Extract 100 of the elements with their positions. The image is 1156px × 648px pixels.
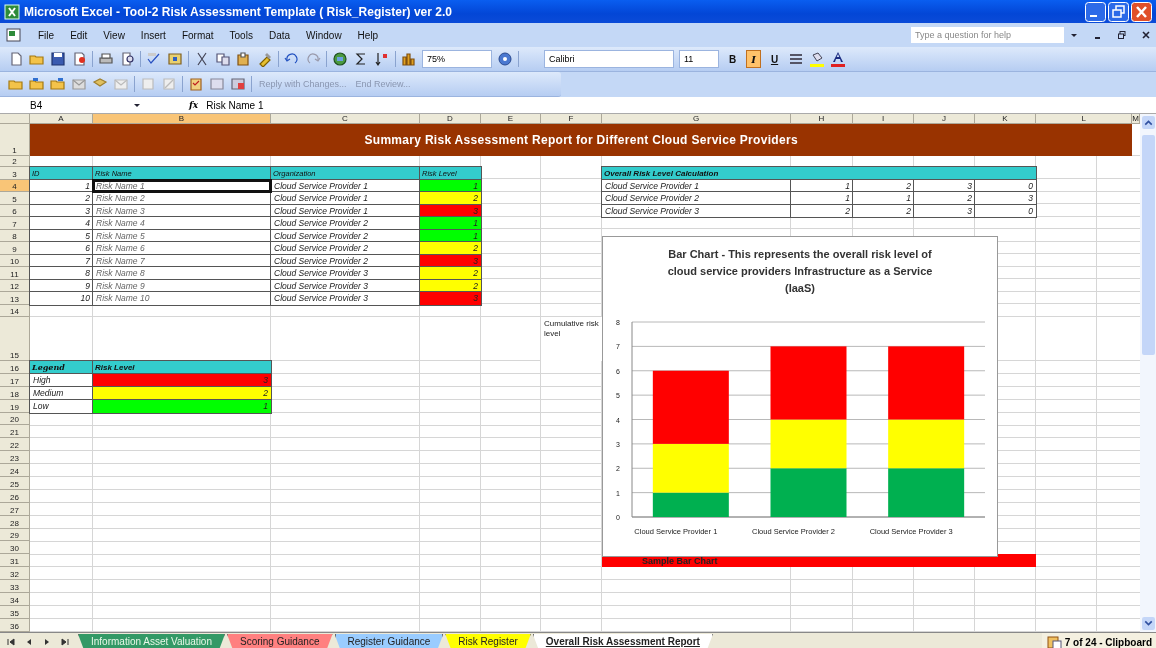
row-header[interactable]: 34: [0, 593, 30, 606]
menu-item[interactable]: File: [38, 29, 55, 41]
chart-icon[interactable]: [401, 51, 417, 67]
print-preview-icon[interactable]: [119, 51, 135, 67]
column-header[interactable]: K: [975, 114, 1036, 124]
table-cell: 2: [853, 204, 914, 217]
row-header[interactable]: 9: [0, 242, 30, 255]
scroll-down-icon[interactable]: [1141, 617, 1155, 630]
row-header[interactable]: 15: [0, 317, 30, 361]
table-cell[interactable]: Risk Name 1: [93, 179, 271, 192]
sheet-icon[interactable]: [6, 27, 22, 43]
new-file-icon[interactable]: [8, 51, 24, 67]
menu-item[interactable]: Data: [268, 29, 291, 41]
caret-icon[interactable]: [1070, 31, 1078, 39]
copy-icon[interactable]: [215, 51, 231, 67]
row-header[interactable]: 33: [0, 580, 30, 594]
research-icon[interactable]: [167, 51, 183, 67]
row-header[interactable]: 24: [0, 464, 30, 477]
column-header[interactable]: I: [853, 114, 914, 124]
format-button[interactable]: B: [724, 50, 742, 68]
column-header[interactable]: B: [93, 114, 271, 124]
table-cell[interactable]: Risk Name 8: [93, 267, 271, 280]
folder-icon[interactable]: [50, 76, 66, 92]
row-header[interactable]: 11: [0, 267, 30, 280]
menu-item[interactable]: View: [103, 29, 125, 41]
menu-item[interactable]: Insert: [140, 29, 166, 41]
table-cell[interactable]: Risk Name 6: [93, 242, 271, 255]
row-header[interactable]: 21: [0, 425, 30, 439]
align-icon[interactable]: [788, 51, 805, 67]
table-header: Risk Level: [93, 361, 271, 374]
permission-icon[interactable]: [71, 51, 87, 67]
function-label[interactable]: fx: [189, 100, 199, 110]
save-icon[interactable]: [50, 51, 66, 67]
row-header[interactable]: 22: [0, 438, 30, 452]
sheet-tab[interactable]: Register Guidance: [334, 634, 444, 648]
menu-item[interactable]: Tools: [229, 29, 253, 41]
globe-icon[interactable]: [332, 51, 348, 67]
scroll-up-icon[interactable]: [1141, 116, 1155, 129]
format-button[interactable]: U: [765, 50, 784, 68]
column-header[interactable]: L: [1036, 114, 1133, 124]
column-header[interactable]: J: [914, 114, 975, 124]
brush-icon[interactable]: [257, 51, 273, 67]
first-sheet-icon[interactable]: [6, 637, 16, 647]
formula-field[interactable]: Risk Name 1: [206, 99, 1156, 111]
font-dropdown[interactable]: Calibri: [544, 50, 674, 68]
row-header[interactable]: 32: [0, 567, 30, 581]
sort-icon[interactable]: [374, 51, 390, 67]
printer-icon[interactable]: [98, 51, 114, 67]
restore-button[interactable]: [1108, 1, 1129, 22]
table-cell: 8: [30, 267, 93, 280]
column-header[interactable]: D: [420, 114, 481, 124]
clipboard-status[interactable]: 7 of 24 - Clipboard: [1041, 633, 1156, 648]
close-icon[interactable]: [1142, 31, 1150, 39]
font-color-icon[interactable]: [830, 51, 847, 67]
sheet-tab[interactable]: Risk Register: [445, 634, 531, 648]
clipboard-icon[interactable]: [188, 76, 204, 92]
table-cell: Medium: [30, 386, 93, 400]
column-header[interactable]: H: [791, 114, 853, 124]
row-header[interactable]: 31: [0, 554, 30, 568]
font-size-dropdown[interactable]: 11: [679, 50, 719, 68]
menu-item[interactable]: Help: [357, 29, 379, 41]
row-header[interactable]: 13: [0, 292, 30, 305]
table-cell: Cloud Service Provider 2: [271, 217, 420, 230]
row-header[interactable]: 25: [0, 477, 30, 490]
fill-color-icon[interactable]: [809, 51, 826, 67]
restore-icon[interactable]: [1118, 31, 1126, 39]
paste-icon[interactable]: [236, 51, 252, 67]
format-button[interactable]: I: [746, 50, 761, 68]
column-header[interactable]: E: [481, 114, 541, 124]
row-header[interactable]: 7: [0, 217, 30, 230]
row-header[interactable]: 1: [0, 124, 30, 156]
zoom-dropdown[interactable]: 75%: [422, 50, 492, 68]
name-box[interactable]: B4: [0, 99, 125, 111]
minimize-button[interactable]: [1085, 1, 1106, 22]
menu-item[interactable]: Edit: [70, 29, 88, 41]
sheet-tab[interactable]: Scoring Guidance: [227, 634, 333, 648]
sheet-tab[interactable]: Overall Risk Assessment Report: [532, 634, 713, 648]
menu-item[interactable]: Format: [181, 29, 214, 41]
help-search-field[interactable]: Type a question for help: [911, 27, 1064, 43]
row-header[interactable]: 5: [0, 192, 30, 205]
column-header[interactable]: C: [271, 114, 420, 124]
row-header[interactable]: 23: [0, 451, 30, 465]
row-header[interactable]: 16: [0, 361, 30, 374]
row-header[interactable]: 2: [0, 156, 30, 167]
help-icon[interactable]: [497, 51, 513, 67]
last-sheet-icon[interactable]: [60, 637, 70, 647]
column-header[interactable]: A: [30, 114, 93, 124]
table-cell[interactable]: Risk Name 4: [93, 217, 271, 230]
column-header[interactable]: G: [602, 114, 791, 124]
close-button[interactable]: [1131, 1, 1152, 22]
folder-icon[interactable]: [29, 76, 45, 92]
row-header[interactable]: 30: [0, 541, 30, 555]
window-icon[interactable]: [230, 76, 246, 92]
column-header[interactable]: F: [541, 114, 602, 124]
table-cell: 6: [30, 242, 93, 255]
row-header[interactable]: 3: [0, 167, 30, 180]
caret-icon[interactable]: [133, 101, 141, 109]
scroll-thumb[interactable]: [1141, 135, 1155, 355]
menu-item[interactable]: Window: [306, 29, 342, 41]
table-cell[interactable]: Risk Name 10: [93, 292, 271, 305]
